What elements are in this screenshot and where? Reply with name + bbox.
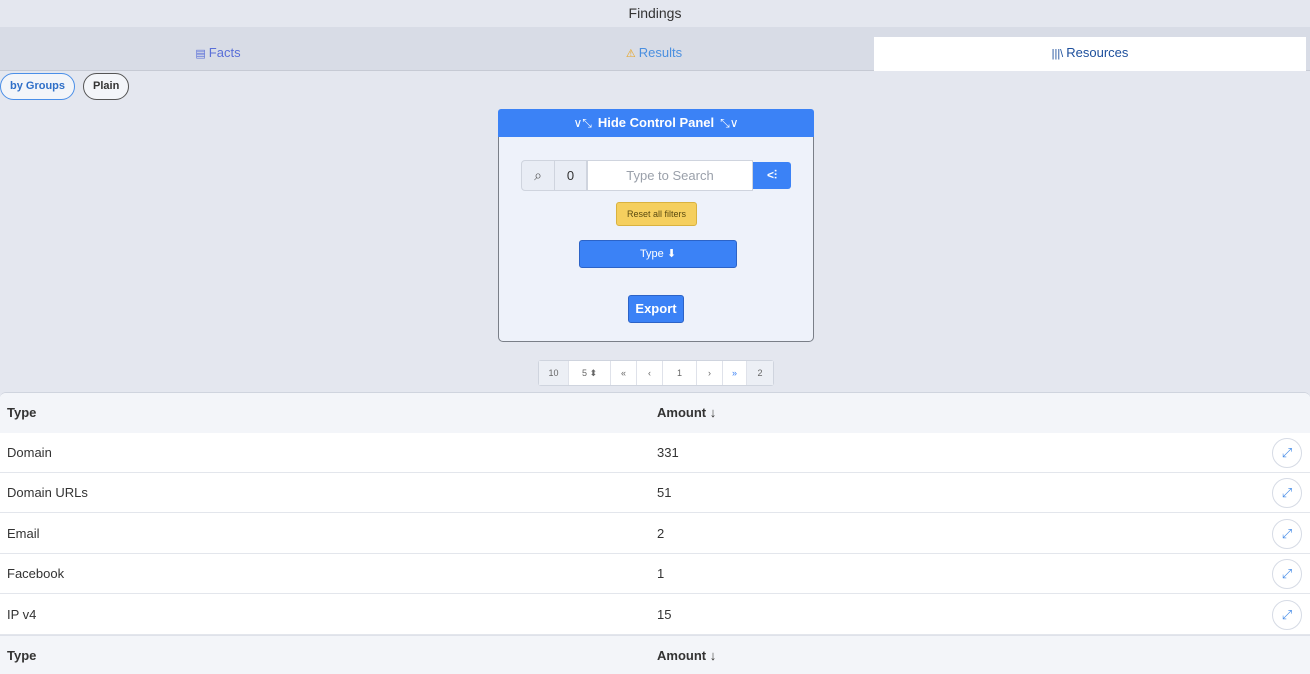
tab-resources[interactable]: |||\ Resources (874, 37, 1306, 71)
last-page-button[interactable]: » (723, 361, 747, 385)
current-page[interactable]: 1 (663, 361, 697, 385)
expand-icon[interactable]: ⤢ (1272, 600, 1302, 630)
by-groups-button[interactable]: by Groups (0, 73, 76, 100)
tab-bar: ▤ Facts ⚠ Results |||\ Resources (0, 27, 1310, 71)
header-type[interactable]: Type (7, 393, 36, 433)
table-header: Type Amount ↓ (0, 393, 1310, 433)
footer-amount[interactable]: Amount ↓ (657, 636, 716, 674)
search-result-count: 0 (555, 160, 587, 191)
prev-page-button[interactable]: ‹ (637, 361, 663, 385)
row-type: IP v4 (7, 607, 37, 622)
hide-control-panel-button[interactable]: ∨⤡ Hide Control Panel ⤡∨ (498, 109, 814, 137)
row-type: Domain URLs (7, 485, 88, 500)
table-row: IP v4 15 ⤢ (0, 595, 1310, 635)
table-row: Domain URLs 51 ⤢ (0, 473, 1310, 513)
export-button[interactable]: Export (628, 295, 684, 323)
row-type: Email (7, 526, 40, 541)
row-type: Domain (7, 445, 52, 460)
sort-updown-icon: ⬍ (589, 368, 598, 378)
row-amount: 15 (657, 607, 672, 622)
row-amount: 51 (657, 485, 672, 500)
row-type: Facebook (7, 566, 65, 581)
total-pages: 2 (747, 361, 773, 385)
tab-resources-label: Resources (1066, 45, 1129, 60)
control-panel: ⌕ 0 <⫶ Reset all filters Type ⬇ Export (498, 137, 814, 342)
filter-button-label: < (766, 168, 774, 182)
reset-filters-button[interactable]: Reset all filters (616, 202, 697, 226)
type-filter-button[interactable]: Type ⬇ (579, 240, 737, 268)
window-title: Findings (0, 0, 1310, 27)
library-icon: |||\ (1051, 48, 1064, 60)
row-amount: 2 (657, 526, 665, 541)
first-page-button[interactable]: « (611, 361, 637, 385)
expand-icon[interactable]: ⤢ (1272, 519, 1302, 549)
warning-icon: ⚠ (625, 48, 636, 60)
search-icon: ⌕ (521, 160, 555, 191)
pagination: 10 5 ⬍ « ‹ 1 › » 2 (538, 360, 774, 386)
expand-icon[interactable]: ⤢ (1272, 559, 1302, 589)
control-panel-toggle-label: Hide Control Panel (597, 115, 715, 130)
filter-settings-button[interactable]: <⫶ (753, 162, 791, 189)
collapse-left-icon: ∨⤡ (573, 116, 592, 130)
footer-type[interactable]: Type (7, 636, 36, 674)
search-input[interactable] (587, 160, 753, 191)
plain-button[interactable]: Plain (83, 73, 130, 100)
tab-results[interactable]: ⚠ Results (436, 37, 872, 71)
table-row: Domain 331 ⤢ (0, 433, 1310, 473)
expand-icon[interactable]: ⤢ (1272, 438, 1302, 468)
tab-facts[interactable]: ▤ Facts (0, 37, 436, 71)
list-icon: ▤ (195, 48, 206, 60)
row-amount: 1 (657, 566, 665, 581)
table-row: Email 2 ⤢ (0, 514, 1310, 554)
next-page-button[interactable]: › (697, 361, 723, 385)
table-row: Facebook 1 ⤢ (0, 554, 1310, 594)
table-footer: Type Amount ↓ (0, 635, 1310, 674)
expand-icon[interactable]: ⤢ (1272, 478, 1302, 508)
tab-facts-label: Facts (208, 45, 241, 60)
tab-results-label: Results (638, 45, 683, 60)
page-size-option[interactable]: 10 (539, 361, 569, 385)
resources-table: Type Amount ↓ Domain 331 ⤢ Domain URLs 5… (0, 392, 1310, 674)
header-amount[interactable]: Amount ↓ (657, 393, 716, 433)
page-size-select[interactable]: 5 ⬍ (569, 361, 611, 385)
sliders-icon: ⫶ (774, 168, 778, 182)
page-size-value: 5 (581, 368, 587, 378)
row-amount: 331 (657, 445, 679, 460)
collapse-right-icon: ⤡∨ (720, 116, 739, 130)
